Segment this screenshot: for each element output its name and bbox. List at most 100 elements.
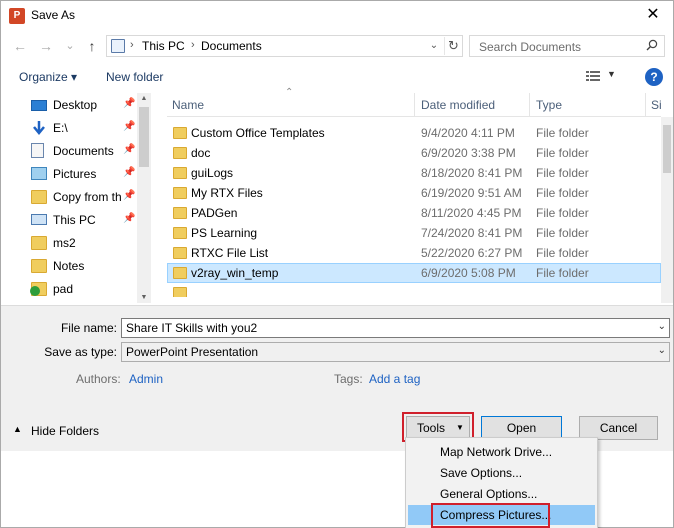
scroll-up-icon[interactable]: ▲ <box>137 95 151 102</box>
hide-folders-label: Hide Folders <box>31 424 100 438</box>
pin-icon[interactable]: 📌 <box>123 121 135 132</box>
back-arrow-icon[interactable]: ← <box>11 37 29 55</box>
sidebar-scrollbar[interactable]: ▲ ▼ <box>137 93 151 303</box>
column-divider[interactable] <box>529 93 530 117</box>
file-name: v2ray_win_temp <box>191 266 279 280</box>
table-row-selected[interactable]: v2ray_win_temp 6/9/2020 5:08 PM File fol… <box>167 263 661 283</box>
search-icon <box>646 39 658 51</box>
column-divider[interactable] <box>414 93 415 117</box>
table-row[interactable]: PADGen 8/11/2020 4:45 PM File folder <box>167 203 661 223</box>
sidebar-scroll-thumb[interactable] <box>139 107 149 167</box>
folder-icon <box>173 207 187 219</box>
table-row[interactable]: PS Learning 7/24/2020 8:41 PM File folde… <box>167 223 661 243</box>
file-list-scrollbar[interactable] <box>661 117 673 303</box>
sidebar-item-desktop[interactable]: Desktop 📌 <box>31 95 137 115</box>
sidebar-item-documents[interactable]: Documents 📌 <box>31 141 137 161</box>
table-row[interactable]: guiLogs 8/18/2020 8:41 PM File folder <box>167 163 661 183</box>
close-icon[interactable]: ✕ <box>643 5 663 25</box>
breadcrumb-this-pc[interactable]: This PC <box>142 39 185 53</box>
file-name-value: Share IT Skills with you2 <box>126 321 258 335</box>
documents-icon <box>31 143 44 158</box>
breadcrumb-documents[interactable]: Documents <box>201 39 262 53</box>
pin-icon[interactable]: 📌 <box>123 144 135 155</box>
chevron-up-icon: ▲ <box>13 424 22 434</box>
powerpoint-icon: P <box>9 8 25 24</box>
sidebar-item-label: Copy from th <box>53 190 122 204</box>
table-row[interactable]: My RTX Files 6/19/2020 9:51 AM File fold… <box>167 183 661 203</box>
column-header-type[interactable]: Type <box>536 98 562 112</box>
authors-value[interactable]: Admin <box>129 372 163 386</box>
sidebar-item-label: This PC <box>53 213 96 227</box>
sort-ascending-icon: ⌃ <box>285 87 294 98</box>
save-as-type-select[interactable]: PowerPoint Presentation ⌄ <box>121 342 670 362</box>
chevron-down-icon: ▼ <box>456 423 464 432</box>
sidebar-item-pad[interactable]: pad <box>30 279 137 299</box>
organize-button[interactable]: Organize ▾ <box>19 70 77 84</box>
sidebar-item-this-pc[interactable]: This PC 📌 <box>31 210 137 230</box>
new-folder-button[interactable]: New folder <box>106 70 163 84</box>
chevron-down-icon[interactable]: ⌄ <box>425 37 443 55</box>
pin-icon[interactable]: 📌 <box>123 167 135 178</box>
tools-label: Tools <box>417 421 446 435</box>
pin-icon[interactable]: 📌 <box>123 213 135 224</box>
menu-item-general-options[interactable]: General Options... <box>408 484 595 504</box>
file-name: RTXC File List <box>191 246 269 260</box>
sidebar-item-ms2[interactable]: ms2 <box>31 233 137 253</box>
file-date: 8/11/2020 4:45 PM <box>421 206 522 220</box>
refresh-icon[interactable]: ↻ <box>444 37 462 55</box>
table-row[interactable]: Custom Office Templates 9/4/2020 4:11 PM… <box>167 123 661 143</box>
breadcrumb-separator: › <box>191 39 195 51</box>
file-type: File folder <box>536 166 589 180</box>
up-arrow-icon[interactable]: ↑ <box>83 37 101 55</box>
folder-sync-icon <box>30 282 47 296</box>
folder-icon <box>31 236 47 250</box>
search-input[interactable]: Search Documents <box>469 35 665 57</box>
column-header-date[interactable]: Date modified <box>421 98 495 112</box>
file-list-scroll-thumb[interactable] <box>663 125 671 173</box>
sidebar-item-label: Desktop <box>53 98 98 112</box>
file-name-field[interactable]: Share IT Skills with you2 ⌄ <box>121 318 670 338</box>
highlight-box-compress <box>431 503 550 528</box>
file-type: File folder <box>536 266 589 280</box>
file-type: File folder <box>536 226 589 240</box>
chevron-down-icon[interactable]: ⌄ <box>658 321 666 332</box>
help-icon[interactable]: ? <box>645 68 663 86</box>
file-type: File folder <box>536 186 589 200</box>
file-name: PADGen <box>191 206 238 220</box>
sidebar-item-e-drive[interactable]: E:\ 📌 <box>31 118 137 138</box>
sidebar-item-copy-from[interactable]: Copy from th 📌 <box>31 187 137 207</box>
sidebar-item-notes[interactable]: Notes <box>31 256 137 276</box>
view-dropdown-icon[interactable]: ▼ <box>607 69 616 79</box>
menu-item-save-options[interactable]: Save Options... <box>408 463 595 483</box>
sidebar-item-pictures[interactable]: Pictures 📌 <box>31 164 137 184</box>
pin-icon[interactable]: 📌 <box>123 190 135 201</box>
sidebar-item-label: E:\ <box>53 121 68 135</box>
file-date: 9/4/2020 4:11 PM <box>421 126 515 140</box>
folder-icon <box>31 259 47 273</box>
file-name: My RTX Files <box>191 186 263 200</box>
view-options-icon[interactable] <box>586 70 600 82</box>
pin-icon[interactable]: 📌 <box>123 98 135 109</box>
column-divider[interactable] <box>645 93 646 117</box>
pc-icon <box>31 214 47 225</box>
column-header-size[interactable]: Si <box>651 98 662 112</box>
file-date: 6/9/2020 5:08 PM <box>421 266 516 280</box>
chevron-down-icon[interactable]: ⌄ <box>658 345 666 356</box>
folder-icon <box>173 167 187 179</box>
forward-arrow-icon[interactable]: → <box>37 37 55 55</box>
folder-icon <box>173 247 187 259</box>
table-row-partial[interactable] <box>167 283 661 297</box>
sidebar-item-label: Pictures <box>53 167 97 181</box>
table-row[interactable]: RTXC File List 5/22/2020 6:27 PM File fo… <box>167 243 661 263</box>
column-header-name[interactable]: Name <box>172 98 204 112</box>
address-bar[interactable]: › This PC › Documents ⌄ ↻ <box>106 35 463 57</box>
save-as-dialog: P Save As ✕ ← → ⌄ ↑ › This PC › Document… <box>0 0 674 528</box>
menu-item-map-network-drive[interactable]: Map Network Drive... <box>408 442 595 462</box>
file-type: File folder <box>536 206 589 220</box>
table-row[interactable]: doc 6/9/2020 3:38 PM File folder <box>167 143 661 163</box>
scroll-down-icon[interactable]: ▼ <box>137 294 151 301</box>
recent-locations-icon[interactable]: ⌄ <box>61 37 79 55</box>
file-date: 8/18/2020 8:41 PM <box>421 166 523 180</box>
add-tag-link[interactable]: Add a tag <box>369 372 420 386</box>
folder-icon <box>173 187 187 199</box>
